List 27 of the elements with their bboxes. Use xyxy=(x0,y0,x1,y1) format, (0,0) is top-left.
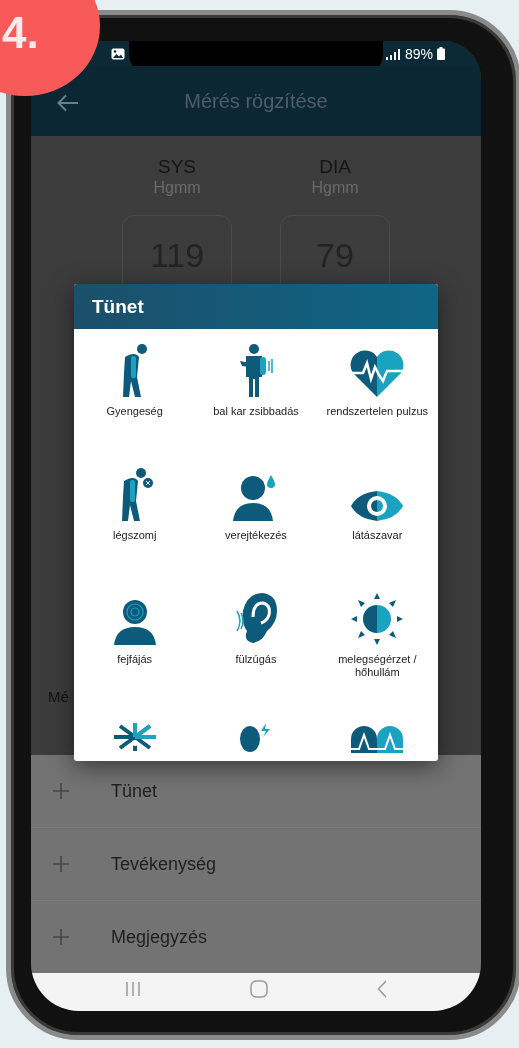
screen-title: Mérés rögzítése xyxy=(184,89,328,113)
plus-icon xyxy=(53,929,69,945)
heart-pulse-icon[interactable] xyxy=(349,349,406,399)
signal-icon xyxy=(384,47,401,60)
symptom-label[interactable]: légszomj xyxy=(112,529,157,542)
recent-apps-icon xyxy=(125,981,142,997)
symptom-label[interactable]: Gyengeség xyxy=(106,405,163,418)
back-arrow-icon xyxy=(57,94,79,112)
battery-percentage: 89% xyxy=(404,45,433,62)
home-icon xyxy=(250,980,268,998)
symptom-label[interactable]: bal kar zsibbadás xyxy=(213,405,299,418)
symptom-label[interactable]: fülzúgás xyxy=(235,653,277,666)
symptom-label[interactable]: fejfájás xyxy=(117,653,153,666)
home-button[interactable] xyxy=(248,978,270,1000)
battery-icon xyxy=(437,47,445,60)
plus-icon xyxy=(53,783,69,799)
eye-icon[interactable] xyxy=(350,489,405,523)
symptom-label[interactable]: rendszertelen pulzus xyxy=(326,405,429,418)
dialog-title: Tünet xyxy=(74,284,438,329)
back-chevron-icon xyxy=(376,980,387,998)
plus-icon xyxy=(53,856,69,872)
gallery-icon xyxy=(111,47,125,60)
symptom-label[interactable]: látászavar xyxy=(352,529,403,542)
pulse-arches-icon[interactable] xyxy=(349,723,406,753)
back-button[interactable] xyxy=(57,94,79,112)
symptom-label[interactable]: melegségérzet / hőhullám xyxy=(317,653,438,679)
symptom-label[interactable]: verejtékezés xyxy=(225,529,287,542)
